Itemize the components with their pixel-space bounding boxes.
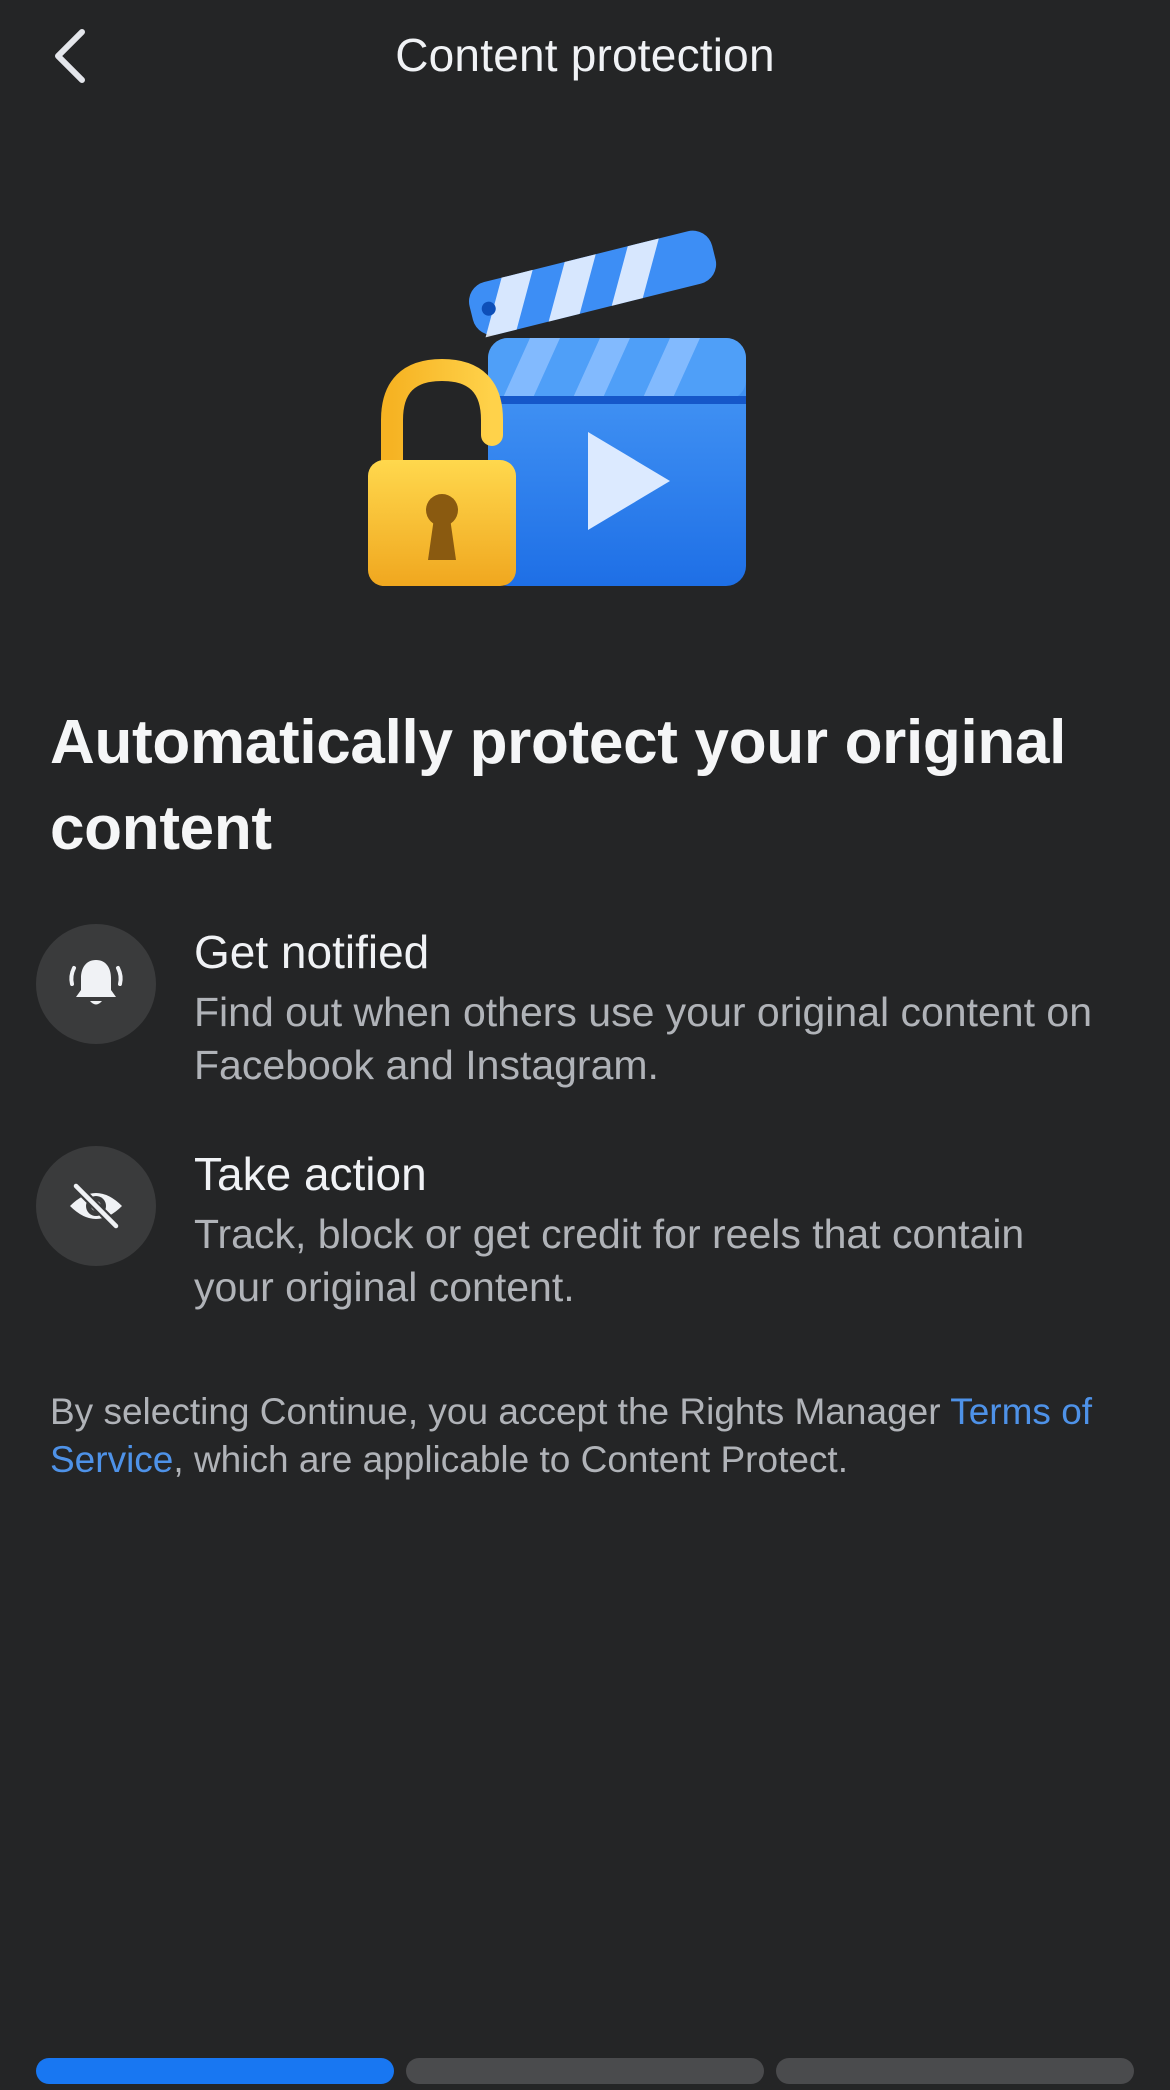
feature-title: Get notified [194,926,430,978]
progress-step-3 [776,2058,1134,2084]
page-title: Content protection [395,29,775,81]
main-headline: Automatically protect your original cont… [50,708,1067,863]
feature-item-get-notified: Get notified Find out when others use yo… [36,924,1136,1104]
progress-step-1 [36,2058,394,2084]
feature-item-take-action: Take action Track, block or get credit f… [36,1146,1136,1326]
terms-suffix: , which are applicable to Content Protec… [173,1439,848,1480]
bell-icon [69,960,123,1005]
progress-step-2 [406,2058,764,2084]
top-navigation-bar: Content protection [0,0,1170,112]
step-progress-indicator [36,2058,1134,2084]
clapperboard-lock-icon [360,220,820,630]
terms-notice: By selecting Continue, you accept the Ri… [50,1388,1140,1484]
feature-title: Take action [194,1148,427,1200]
feature-description: Track, block or get credit for reels tha… [194,1211,1025,1310]
eye-slash-icon [70,1181,122,1231]
feature-icon-container [36,924,156,1044]
feature-icon-container [36,1146,156,1266]
terms-prefix: By selecting Continue, you accept the Ri… [50,1391,951,1432]
feature-description: Find out when others use your original c… [194,989,1092,1088]
